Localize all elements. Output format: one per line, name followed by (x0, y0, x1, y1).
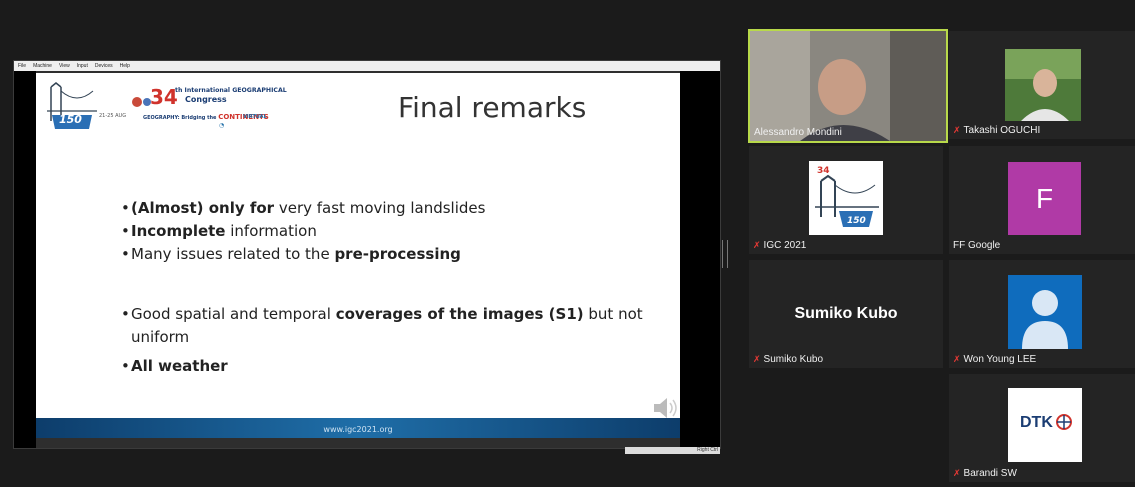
muted-mic-icon: ✗ (753, 240, 761, 250)
person-avatar-icon (1008, 275, 1082, 349)
vm-menu-view[interactable]: View (59, 63, 70, 69)
muted-mic-icon: ✗ (953, 125, 961, 135)
participant-tile-takashi[interactable]: ✗ Takashi OGUCHI (949, 31, 1135, 139)
participant-display-name: Sumiko Kubo (794, 305, 898, 322)
muted-mic-icon: ✗ (953, 468, 961, 478)
participant-name: ✗ Takashi OGUCHI (953, 125, 1041, 136)
participant-tile-igc2021[interactable]: 34 150 ✗ IGC 2021 (749, 146, 943, 254)
participant-photo (1005, 49, 1081, 121)
bullet-item: Incomplete information (121, 220, 661, 243)
vm-menubar: File Machine View Input Devices Help (14, 61, 720, 71)
participant-tile-alessandro[interactable]: Alessandro Mondini (748, 29, 948, 143)
svg-text:150: 150 (847, 216, 866, 226)
letterbox-right (680, 71, 720, 448)
participant-name: ✗ IGC 2021 (753, 240, 807, 251)
vm-menu-input[interactable]: Input (77, 63, 88, 69)
logo-150: 150 (59, 113, 82, 126)
participant-tile-barandi[interactable]: DTK ✗ Barandi SW (949, 374, 1135, 482)
vm-statusbar: Right Ctrl (625, 447, 720, 454)
bullet-item: All weather (121, 355, 661, 378)
logo-number: 34 (150, 85, 178, 109)
vm-menu-file[interactable]: File (18, 63, 26, 69)
participant-tile-ffgoogle[interactable]: F FF Google (949, 146, 1135, 254)
participant-name: ✗ Barandi SW (953, 468, 1017, 479)
vm-menu-machine[interactable]: Machine (33, 63, 52, 69)
participant-tile-wonyoung[interactable]: ✗ Won Young LEE (949, 260, 1135, 368)
igc-logo: 21-25 AUG ◔ 150 34 th International GEOG… (47, 81, 287, 133)
avatar-initial: F (1008, 162, 1081, 235)
shared-screen: File Machine View Input Devices Help 21-25 AU… (13, 60, 721, 454)
bullet-list: (Almost) only for very fast moving lands… (121, 197, 661, 378)
footer-url: www.igc2021.org (323, 425, 393, 434)
participant-name: ✗ Won Young LEE (953, 354, 1037, 365)
panel-splitter-handle[interactable] (722, 240, 728, 268)
logo-line1: th International GEOGRAPHICAL (175, 87, 287, 94)
participant-name: Alessandro Mondini (754, 127, 842, 138)
logo-virtual: VIRTUAL (243, 114, 267, 120)
participant-name: FF Google (953, 240, 1001, 251)
muted-mic-icon: ✗ (753, 354, 761, 364)
svg-text:◔: ◔ (219, 122, 224, 129)
bullet-item: Good spatial and temporal coverages of t… (121, 303, 661, 349)
letterbox-left (14, 71, 36, 448)
participant-tile-sumiko[interactable]: Sumiko Kubo ✗ Sumiko Kubo (749, 260, 943, 368)
svg-text:21-25 AUG: 21-25 AUG (99, 113, 126, 119)
presentation-slide: 21-25 AUG ◔ 150 34 th International GEOG… (36, 73, 680, 438)
vm-menu-devices[interactable]: Devices (95, 63, 113, 69)
igc-avatar-logo: 34 150 (809, 161, 883, 235)
muted-mic-icon: ✗ (953, 354, 961, 364)
participant-name: ✗ Sumiko Kubo (753, 354, 824, 365)
participant-video (750, 31, 946, 141)
bullet-item: (Almost) only for very fast moving lands… (121, 197, 661, 220)
vm-menu-help[interactable]: Help (120, 63, 130, 69)
logo-line2: Congress (185, 95, 227, 104)
bullet-item: Many issues related to the pre-processin… (121, 243, 661, 266)
svg-text:34: 34 (817, 166, 830, 176)
dtk-logo: DTK (1008, 388, 1082, 462)
slide-title: Final remarks (398, 91, 587, 124)
